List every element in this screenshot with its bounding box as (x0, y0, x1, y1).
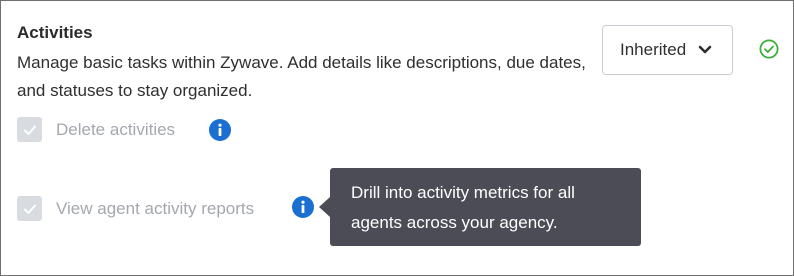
check-circle-icon (759, 39, 779, 59)
checkmark-icon (23, 125, 36, 135)
permission-row-delete-activities: Delete activities (17, 117, 175, 142)
tooltip-text: Drill into activity metrics for all agen… (351, 183, 575, 232)
info-icon[interactable] (209, 119, 231, 141)
permission-level-dropdown[interactable]: Inherited (602, 25, 733, 75)
delete-activities-checkbox[interactable] (17, 117, 42, 142)
permission-label: Delete activities (56, 119, 176, 139)
info-icon[interactable] (292, 196, 314, 218)
dropdown-selected-value: Inherited (620, 40, 687, 59)
chevron-down-icon (698, 45, 712, 55)
section-description: Manage basic tasks within Zywave. Add de… (17, 53, 586, 100)
section-title: Activities (17, 23, 93, 42)
tooltip-arrow (319, 197, 330, 217)
permission-label: View agent activity reports (56, 198, 255, 218)
checkmark-icon (23, 204, 36, 214)
activities-permission-panel: Activities Manage basic tasks within Zyw… (0, 0, 794, 276)
info-tooltip: Drill into activity metrics for all agen… (330, 168, 641, 246)
permission-row-view-agent-activity-reports: View agent activity reports (17, 196, 254, 221)
view-agent-activity-reports-checkbox[interactable] (17, 196, 42, 221)
